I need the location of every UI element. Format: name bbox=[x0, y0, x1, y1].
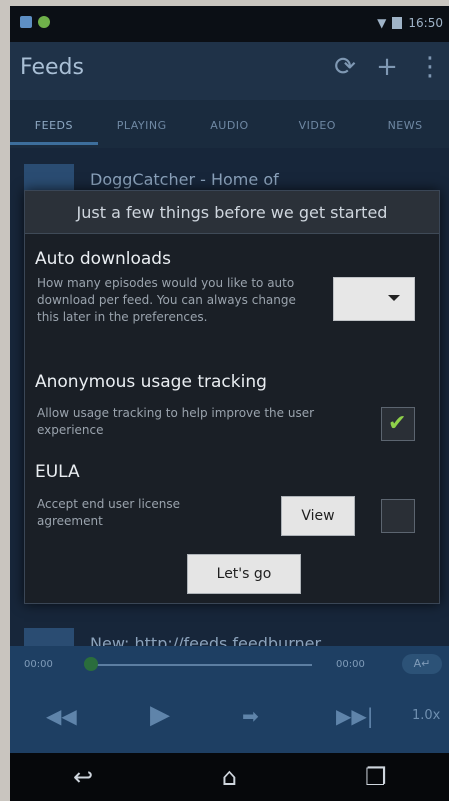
auto-downloads-heading: Auto downloads bbox=[35, 249, 171, 269]
eula-checkbox[interactable] bbox=[381, 499, 415, 533]
navigation-bar: ↩ ⌂ ❐ bbox=[10, 753, 449, 801]
add-icon[interactable]: + bbox=[375, 52, 399, 82]
playback-speed[interactable]: 1.0x bbox=[412, 708, 440, 723]
rewind-icon[interactable]: ◀◀ bbox=[46, 704, 77, 728]
gallery-notification-icon bbox=[20, 16, 32, 28]
skip-forward-icon[interactable]: ➡ bbox=[242, 704, 259, 728]
episodes-dropdown[interactable] bbox=[333, 277, 415, 321]
welcome-dialog: Just a few things before we get started … bbox=[24, 190, 440, 604]
play-icon[interactable]: ▶ bbox=[150, 700, 170, 730]
status-icons: ▼ 16:50 bbox=[377, 16, 443, 30]
action-bar: Feeds ⟳ + ⋮ bbox=[10, 42, 449, 100]
phone-screen: ▼ 16:50 Feeds ⟳ + ⋮ FEEDS PLAYING AUDIO … bbox=[10, 6, 449, 801]
back-icon[interactable]: ↩ bbox=[53, 763, 113, 791]
usage-tracking-checkbox[interactable]: ✔ bbox=[381, 407, 415, 441]
battery-icon bbox=[392, 17, 403, 29]
checkmark-icon: ✔ bbox=[388, 411, 407, 436]
overflow-menu-icon[interactable]: ⋮ bbox=[417, 52, 443, 82]
signal-icon: ▼ bbox=[377, 16, 387, 30]
page-title: Feeds bbox=[20, 55, 84, 80]
tab-video[interactable]: VIDEO bbox=[273, 117, 361, 132]
seek-bar[interactable] bbox=[92, 664, 312, 666]
dialog-title-bar: Just a few things before we get started bbox=[25, 191, 439, 234]
tab-bar: FEEDS PLAYING AUDIO VIDEO NEWS bbox=[10, 100, 449, 148]
home-icon[interactable]: ⌂ bbox=[199, 763, 259, 791]
dialog-title: Just a few things before we get started bbox=[76, 203, 388, 222]
auto-downloads-description: How many episodes would you like to auto… bbox=[37, 276, 296, 324]
lets-go-button[interactable]: Let's go bbox=[187, 554, 301, 594]
status-time: 16:50 bbox=[408, 16, 443, 30]
usage-tracking-heading: Anonymous usage tracking bbox=[35, 372, 267, 392]
action-bar-icons: ⟳ + ⋮ bbox=[333, 52, 443, 82]
tab-news[interactable]: NEWS bbox=[361, 117, 449, 132]
refresh-icon[interactable]: ⟳ bbox=[333, 52, 357, 82]
total-time: 00:00 bbox=[336, 659, 365, 670]
next-track-icon[interactable]: ▶▶| bbox=[336, 704, 374, 728]
feed-title: DoggCatcher - Home of bbox=[90, 170, 279, 189]
seek-handle[interactable] bbox=[84, 657, 98, 671]
usage-tracking-description: Allow usage tracking to help improve the… bbox=[37, 406, 315, 437]
tab-feeds[interactable]: FEEDS bbox=[10, 117, 98, 145]
tab-audio[interactable]: AUDIO bbox=[186, 117, 274, 132]
recent-apps-icon[interactable]: ❐ bbox=[346, 763, 406, 791]
elapsed-time: 00:00 bbox=[24, 659, 53, 670]
status-bar: ▼ 16:50 bbox=[10, 6, 449, 42]
eula-description: Accept end user license agreement bbox=[37, 497, 181, 528]
notification-icons bbox=[20, 16, 50, 28]
player-mode-chip[interactable]: A↵ bbox=[402, 654, 442, 674]
player-bar: 00:00 00:00 A↵ ◀◀ ▶ ➡ ▶▶| 1.0x bbox=[10, 646, 449, 753]
android-notification-icon bbox=[38, 16, 50, 28]
chevron-down-icon bbox=[388, 295, 400, 301]
view-eula-button[interactable]: View bbox=[281, 496, 355, 536]
eula-heading: EULA bbox=[35, 462, 80, 482]
tab-playing[interactable]: PLAYING bbox=[98, 117, 186, 132]
